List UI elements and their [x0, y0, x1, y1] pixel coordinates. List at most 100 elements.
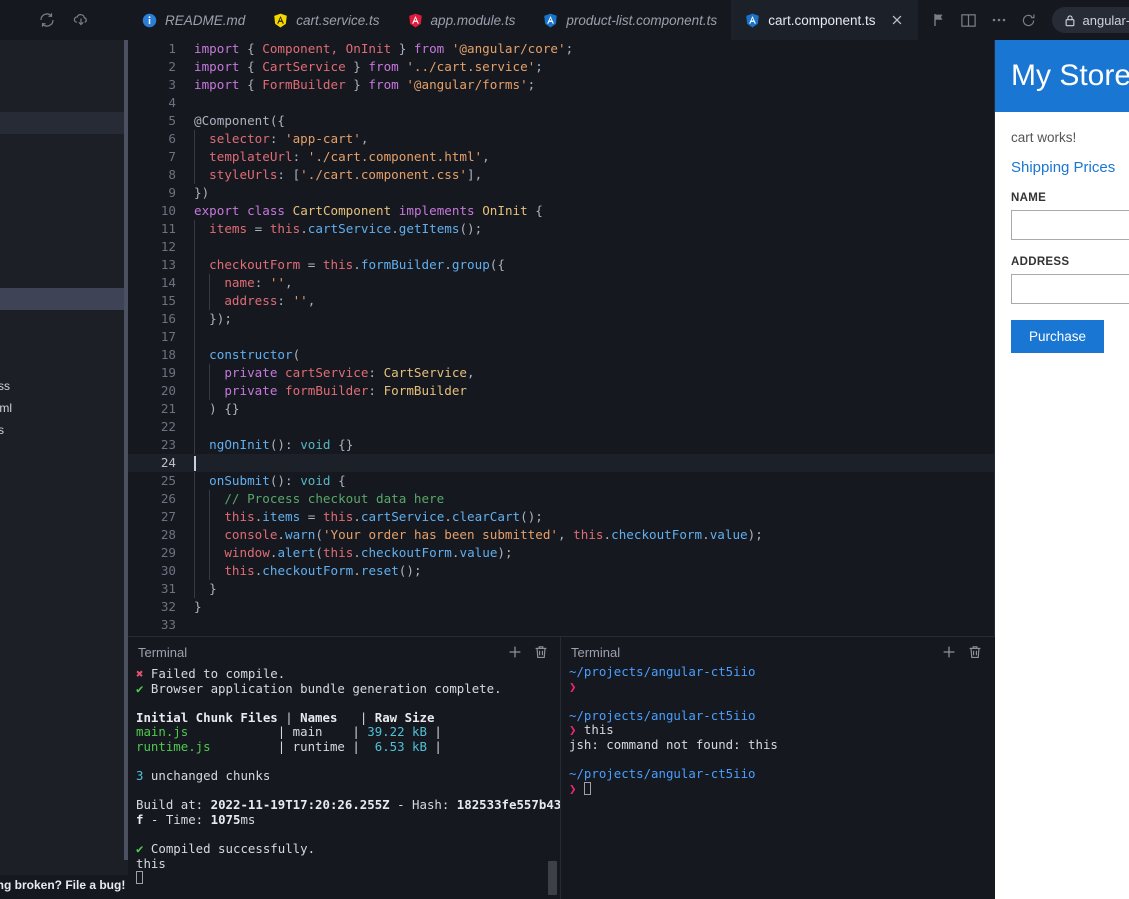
indent-guide [194, 562, 195, 580]
line-number: 10 [160, 203, 176, 218]
terminal-line: ❯ [569, 781, 986, 797]
terminal-token: ✔ [136, 841, 151, 857]
purchase-button[interactable]: Purchase [1011, 320, 1105, 353]
indent-guide [194, 328, 195, 346]
code-line[interactable]: 19 private cartService: CartService, [128, 364, 995, 382]
code-token: FormBuilder [383, 383, 467, 398]
app-preview[interactable]: My Store cart works! Shipping Prices NAM… [995, 40, 1129, 899]
code-line[interactable]: 4 [128, 94, 995, 112]
code-line[interactable]: 31 } [128, 580, 995, 598]
line-number: 15 [160, 293, 176, 308]
tab-readme-md[interactable]: README.md [128, 0, 259, 40]
code-token: private [224, 365, 278, 380]
code-line[interactable]: 25 onSubmit(): void { [128, 472, 995, 490]
code-line[interactable]: 22 [128, 418, 995, 436]
code-line[interactable]: 5 @Component({ [128, 112, 995, 130]
split-editor-icon[interactable] [954, 0, 984, 40]
code-token: this [269, 221, 301, 236]
code-content[interactable]: 1 import { Component, OnInit } from '@ang… [128, 40, 995, 636]
explorer-row[interactable] [0, 160, 124, 182]
sync-icon[interactable] [38, 11, 56, 29]
code-line[interactable]: 9}) [128, 184, 995, 202]
code-line[interactable]: 11 items = this.cartService.getItems(); [128, 220, 995, 238]
explorer-file-ts[interactable]: s [0, 423, 4, 437]
indent-guide [194, 472, 195, 490]
code-line[interactable]: 27 this.items = this.cartService.clearCa… [128, 508, 995, 526]
terminal-token: main.js [136, 724, 189, 740]
tab-cart-service-ts[interactable]: cart.service.ts [259, 0, 393, 40]
code-token: '' [269, 275, 286, 290]
address-input[interactable] [1011, 274, 1129, 304]
code-line[interactable]: 3 import { FormBuilder } from '@angular/f… [128, 76, 995, 94]
explorer-section-header[interactable] [0, 112, 124, 134]
code-line[interactable]: 32} [128, 598, 995, 616]
explorer-file-html[interactable]: tml [0, 401, 12, 415]
tab-cart-component-ts[interactable]: cart.component.ts [731, 0, 918, 40]
code-line[interactable]: 16 }); [128, 310, 995, 328]
code-line[interactable]: 21 ) {} [128, 400, 995, 418]
code-token: import [194, 41, 240, 56]
code-line[interactable]: 7 templateUrl: './cart.component.html', [128, 148, 995, 166]
flag-icon[interactable] [924, 0, 954, 40]
line-number: 17 [160, 329, 176, 344]
code-line[interactable]: 1 import { Component, OnInit } from '@ang… [128, 40, 995, 58]
plus-icon[interactable] [940, 643, 958, 661]
code-line[interactable]: 12 [128, 238, 995, 256]
terminal-pane-build[interactable]: Terminal ✖ Failed to compile. ✔ Browser a… [128, 637, 561, 899]
code-token: CartService [383, 365, 467, 380]
preview-store-title: My Store [1011, 59, 1129, 92]
cloud-download-icon[interactable] [72, 11, 90, 29]
more-actions-icon[interactable] [984, 0, 1014, 40]
preview-banner: My Store [995, 40, 1129, 112]
trash-icon[interactable] [966, 643, 984, 661]
explorer-row-selected[interactable] [0, 288, 124, 310]
code-line[interactable]: 29 window.alert(this.checkoutForm.value)… [128, 544, 995, 562]
code-line[interactable]: 2 import { CartService } from '../cart.se… [128, 58, 995, 76]
code-line[interactable]: 24 [128, 454, 995, 472]
code-editor[interactable]: 1 import { Component, OnInit } from '@ang… [128, 40, 995, 636]
line-number: 5 [168, 113, 176, 128]
code-line[interactable]: 18 constructor( [128, 346, 995, 364]
code-line[interactable]: 6 selector: 'app-cart', [128, 130, 995, 148]
file-explorer[interactable]: ss tml s hing broken? File a bug! [0, 0, 128, 899]
code-line[interactable]: 10 export class CartComponent implements … [128, 202, 995, 220]
code-line[interactable]: 28 console.warn('Your order has been sub… [128, 526, 995, 544]
code-line[interactable]: 20 private formBuilder: FormBuilder [128, 382, 995, 400]
name-input[interactable] [1011, 210, 1129, 240]
code-line[interactable]: 13 checkoutForm = this.formBuilder.group… [128, 256, 995, 274]
line-number: 23 [160, 437, 176, 452]
terminal-output[interactable]: ~/projects/angular-ct5iio ❯ ~/projects/an… [561, 665, 994, 899]
terminal-output[interactable]: ✖ Failed to compile. ✔ Browser applicatio… [128, 667, 560, 899]
terminal-line: ❯ this [569, 723, 986, 738]
shipping-prices-link[interactable]: Shipping Prices [1011, 159, 1115, 176]
code-line[interactable]: 15 address: '', [128, 292, 995, 310]
terminal-token: Names [300, 709, 338, 725]
terminal-pane-shell[interactable]: Terminal ~/projects/angular-ct5iio ❯ ~/pr… [561, 637, 994, 899]
code-line[interactable]: 30 this.checkoutForm.reset(); [128, 562, 995, 580]
explorer-file-css[interactable]: ss [0, 379, 10, 393]
code-line[interactable]: 14 name: '', [128, 274, 995, 292]
plus-icon[interactable] [506, 643, 524, 661]
line-number: 4 [168, 95, 176, 110]
code-line[interactable]: 8 styleUrls: ['./cart.component.css'], [128, 166, 995, 184]
terminal-scrollbar[interactable] [548, 861, 557, 895]
code-line[interactable]: 26 // Process checkout data here [128, 490, 995, 508]
terminal-token: - Hash: [389, 797, 457, 813]
reload-icon[interactable] [1014, 0, 1044, 40]
code-line[interactable]: 33 [128, 616, 995, 634]
tab-product-list-component-ts[interactable]: product-list.component.ts [529, 0, 731, 40]
preview-body: cart works! Shipping Prices NAME ADDRESS… [995, 112, 1129, 353]
name-label: NAME [1011, 192, 1047, 204]
file-a-bug-bar[interactable]: hing broken? File a bug! [0, 875, 128, 899]
trash-icon[interactable] [532, 643, 550, 661]
address-bar[interactable]: angular-ct5 [1051, 7, 1129, 33]
code-token: items [209, 221, 248, 236]
code-line[interactable]: 17 [128, 328, 995, 346]
tab-app-module-ts[interactable]: app.module.ts [394, 0, 530, 40]
close-icon[interactable] [890, 13, 904, 27]
code-line[interactable]: 23 ngOnInit(): void {} [128, 436, 995, 454]
